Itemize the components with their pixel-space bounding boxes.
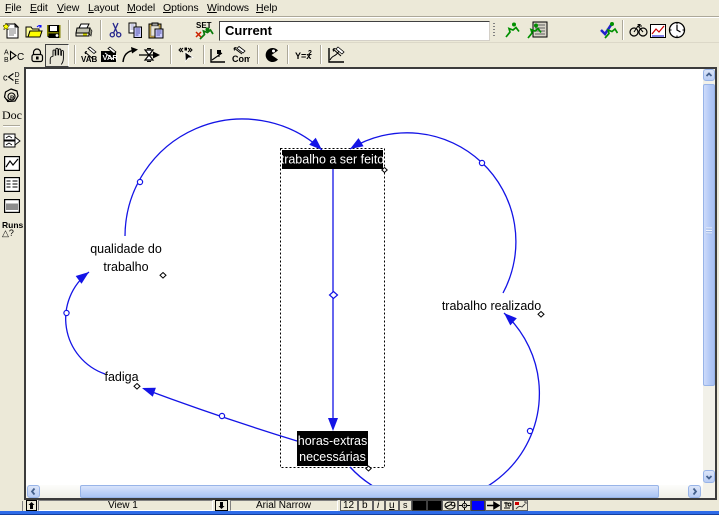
svg-text:qualidade do: qualidade do	[90, 242, 162, 256]
svg-text:E: E	[15, 79, 20, 84]
svg-text:C: C	[17, 52, 24, 63]
svg-text:SET: SET	[196, 21, 212, 30]
svg-text:A: A	[4, 50, 9, 57]
svg-text:trabalho: trabalho	[103, 260, 148, 274]
svg-text:trabalho a ser feito: trabalho a ser feito	[281, 153, 385, 167]
svg-text:D: D	[15, 72, 20, 79]
svg-text:Com: Com	[232, 54, 250, 63]
svg-text:fadiga: fadiga	[104, 370, 138, 384]
svg-text:horas-extras: horas-extras	[298, 434, 367, 448]
svg-text:necessárias: necessárias	[299, 450, 366, 464]
svg-text:trabalho realizado: trabalho realizado	[442, 299, 541, 313]
svg-text:B: B	[4, 57, 9, 63]
svg-text:R: R	[10, 96, 15, 102]
svg-text:2: 2	[308, 50, 312, 57]
svg-text:c: c	[3, 73, 8, 83]
